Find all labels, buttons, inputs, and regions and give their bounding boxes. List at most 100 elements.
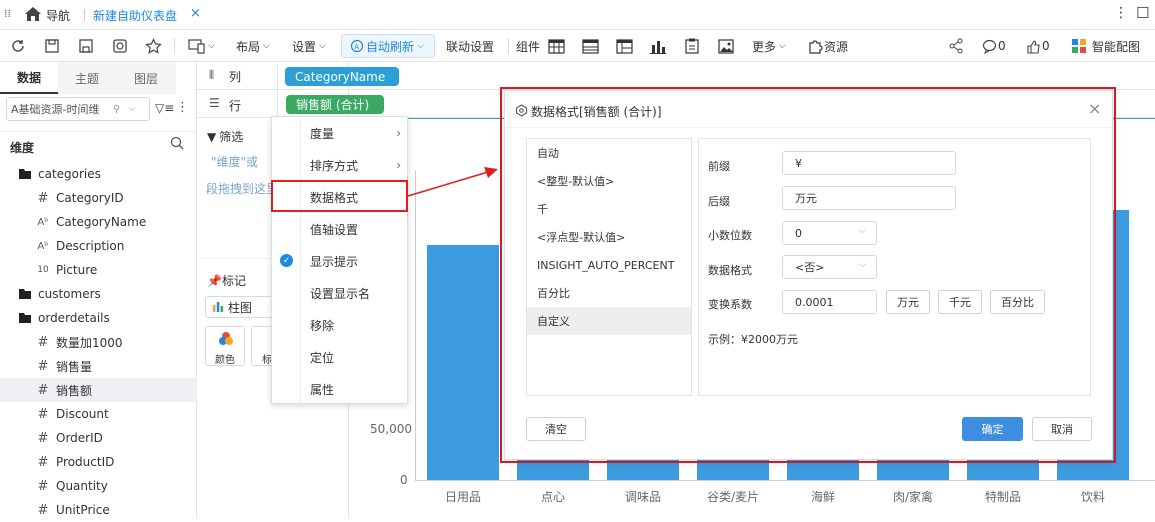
bar[interactable] bbox=[427, 245, 499, 480]
home-icon[interactable] bbox=[24, 6, 42, 22]
layout-menu[interactable]: 布局 ⌵ bbox=[236, 30, 270, 62]
tree-field[interactable]: # 销售额 bbox=[0, 378, 197, 402]
tree-field[interactable]: 10 Picture bbox=[0, 258, 197, 282]
likes-button[interactable]: 0 bbox=[1024, 30, 1050, 62]
tree-field[interactable]: # UnitPrice bbox=[0, 498, 197, 522]
dataset-select[interactable]: A基础资源-时间维 ⚲ ⌵ bbox=[6, 97, 150, 121]
filter-icon[interactable]: ▽≡ bbox=[155, 101, 174, 115]
decimals-select[interactable]: 0 ⌵ bbox=[782, 221, 877, 245]
search-icon[interactable] bbox=[170, 136, 184, 153]
tab-layers[interactable]: 图层 bbox=[116, 62, 176, 94]
color-mark-button[interactable]: 颜色 bbox=[205, 326, 245, 366]
format-option[interactable]: <浮点型-默认值> bbox=[527, 223, 691, 251]
format-option[interactable]: 千 bbox=[527, 195, 691, 223]
number-icon: # bbox=[37, 358, 49, 374]
tree-field[interactable]: # Quantity bbox=[0, 474, 197, 498]
tree-folder[interactable]: orderdetails bbox=[0, 306, 197, 330]
image-field-icon: 10 bbox=[37, 265, 49, 275]
data-format-select[interactable]: <否> ⌵ bbox=[782, 255, 877, 279]
menu-item-sort[interactable]: 排序方式 › bbox=[272, 149, 409, 181]
image-icon[interactable] bbox=[718, 30, 734, 62]
preview-icon[interactable] bbox=[112, 30, 128, 62]
tree-field[interactable]: # OrderID bbox=[0, 426, 197, 450]
more-vertical-icon[interactable]: ⋮ bbox=[1114, 5, 1128, 21]
rows-label: 行 bbox=[229, 99, 242, 113]
factor-input[interactable]: 0.0001 bbox=[782, 290, 877, 314]
nav-tab[interactable]: 导航 bbox=[46, 7, 70, 24]
search-icon: ⚲ bbox=[113, 103, 121, 115]
tree-field[interactable]: # CategoryID bbox=[0, 186, 197, 210]
menu-item-axis-settings[interactable]: 值轴设置 bbox=[272, 213, 409, 245]
format-option[interactable]: INSIGHT_AUTO_PERCENT bbox=[527, 251, 691, 279]
tab-theme[interactable]: 主题 bbox=[58, 62, 116, 94]
percent-button[interactable]: 百分比 bbox=[990, 290, 1045, 314]
tree-field[interactable]: # ProductID bbox=[0, 450, 197, 474]
resource-button[interactable]: 资源 bbox=[806, 30, 848, 62]
format-option[interactable]: 自动 bbox=[527, 139, 691, 167]
menu-item-label: 移除 bbox=[310, 318, 335, 333]
label-mark-button[interactable]: 标 bbox=[251, 326, 273, 366]
detail-table-icon[interactable] bbox=[616, 30, 633, 62]
auto-refresh-button[interactable]: A 自动刷新 ⌵ bbox=[341, 34, 435, 58]
dialog-divider bbox=[505, 127, 1112, 128]
close-icon[interactable]: × bbox=[1088, 99, 1101, 118]
device-icon[interactable]: ⌵ bbox=[188, 30, 215, 62]
row-field-pill[interactable]: 销售额 (合计) bbox=[286, 95, 384, 114]
favorite-star-icon[interactable] bbox=[145, 30, 162, 62]
prefix-input[interactable]: ¥ bbox=[782, 151, 956, 175]
menu-item-label: 度量 bbox=[310, 126, 335, 141]
tree-folder[interactable]: customers bbox=[0, 282, 197, 306]
settings-menu[interactable]: 设置 ⌵ bbox=[292, 30, 326, 62]
menu-item-locate[interactable]: 定位 bbox=[272, 341, 409, 373]
confirm-button[interactable]: 确定 bbox=[962, 417, 1023, 441]
table-icon[interactable] bbox=[548, 30, 565, 62]
tree-folder[interactable]: categories bbox=[0, 162, 197, 186]
close-tab-icon[interactable]: × bbox=[190, 6, 201, 21]
tree-field[interactable]: # 销售量 bbox=[0, 354, 197, 378]
format-option[interactable]: 百分比 bbox=[527, 279, 691, 307]
menu-item-remove[interactable]: 移除 bbox=[272, 309, 409, 341]
clear-button[interactable]: 清空 bbox=[526, 417, 586, 441]
qian-yuan-button[interactable]: 千元 bbox=[938, 290, 982, 314]
tree-field[interactable]: Aᵇ Description bbox=[0, 234, 197, 258]
linkage-settings-button[interactable]: 联动设置 bbox=[446, 30, 494, 62]
save-as-icon[interactable] bbox=[78, 30, 94, 62]
more-vertical-icon[interactable]: ⋮ bbox=[176, 100, 189, 115]
menu-item-display-name[interactable]: 设置显示名 bbox=[272, 277, 409, 309]
cancel-button[interactable]: 取消 bbox=[1032, 417, 1092, 441]
suffix-input[interactable]: 万元 bbox=[782, 186, 956, 210]
auto-refresh-icon: A bbox=[348, 37, 366, 55]
tree-field[interactable]: Aᵇ CategoryName bbox=[0, 210, 197, 234]
likes-count: 0 bbox=[1042, 39, 1050, 53]
refresh-icon[interactable] bbox=[10, 30, 26, 62]
number-icon: # bbox=[37, 406, 49, 422]
column-field-pill[interactable]: CategoryName bbox=[285, 67, 399, 86]
text-icon[interactable] bbox=[684, 30, 700, 62]
comments-button[interactable]: 0 bbox=[980, 30, 1006, 62]
wan-yuan-button[interactable]: 万元 bbox=[886, 290, 930, 314]
menu-item-properties[interactable]: 属性 bbox=[272, 373, 409, 405]
settings-icon bbox=[515, 104, 528, 120]
save-icon[interactable] bbox=[44, 30, 60, 62]
rows-icon: ☰ bbox=[209, 96, 220, 110]
tree-field[interactable]: # Discount bbox=[0, 402, 197, 426]
tab-data[interactable]: 数据 bbox=[0, 62, 58, 94]
active-tab[interactable]: 新建自助仪表盘 bbox=[93, 7, 177, 24]
menu-item-show-tooltip[interactable]: ✓ 显示提示 bbox=[272, 245, 409, 277]
tree-field[interactable]: # 数量加1000 bbox=[0, 330, 197, 354]
window-icon[interactable]: ☐ bbox=[1136, 4, 1149, 22]
format-option[interactable]: 自定义 bbox=[527, 307, 691, 335]
divider bbox=[277, 64, 278, 116]
share-icon[interactable] bbox=[948, 30, 964, 62]
format-option[interactable]: <整型-默认值> bbox=[527, 167, 691, 195]
crosstab-icon[interactable] bbox=[582, 30, 599, 62]
smart-chart-icon bbox=[1070, 37, 1088, 55]
bar-chart-icon[interactable] bbox=[650, 30, 666, 62]
menu-icon[interactable]: ⁞⁞ bbox=[4, 7, 11, 20]
comment-icon bbox=[980, 37, 998, 55]
chart-type-select[interactable]: 柱图 bbox=[205, 296, 275, 318]
menu-item-measure[interactable]: 度量 › bbox=[272, 117, 409, 149]
menu-item-label: 值轴设置 bbox=[310, 222, 359, 237]
more-menu[interactable]: 更多 ⌵ bbox=[752, 30, 786, 62]
smart-chart-button[interactable]: 智能配图 bbox=[1070, 30, 1140, 62]
